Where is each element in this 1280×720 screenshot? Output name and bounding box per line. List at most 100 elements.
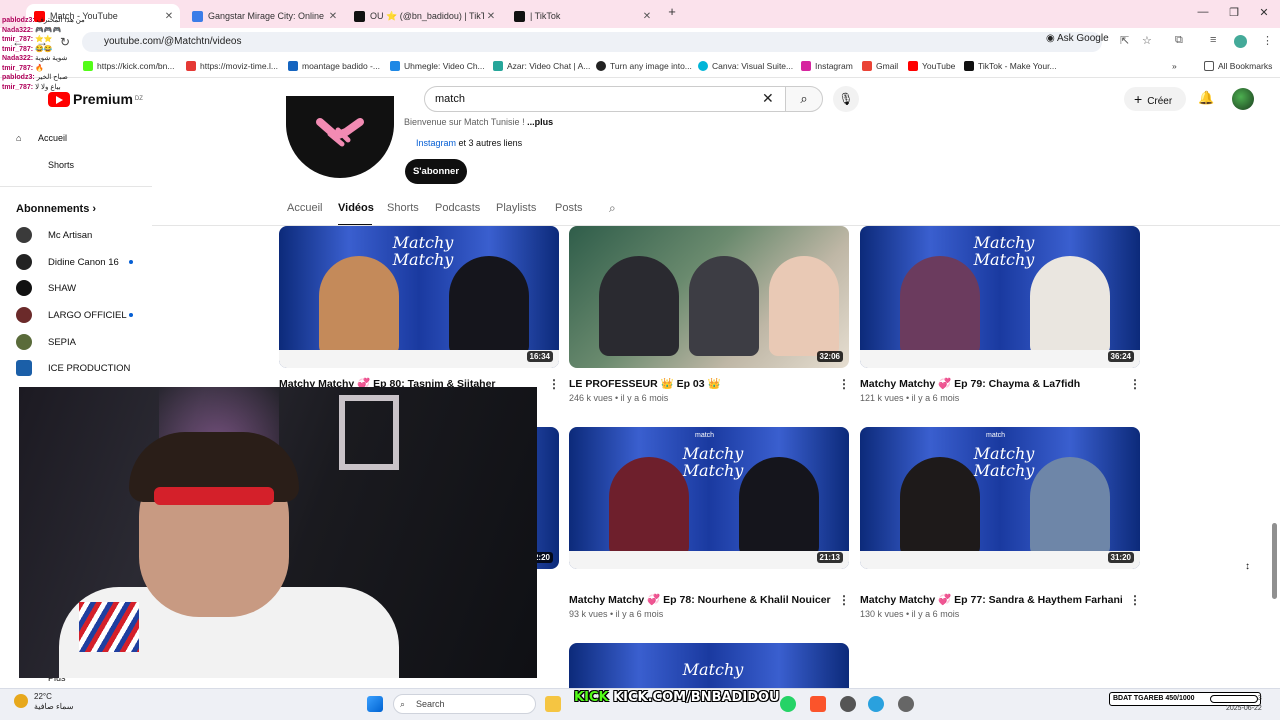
channel-description[interactable]: Bienvenue sur Match Tunisie ! ...plus: [404, 117, 553, 127]
sidebar-subscription[interactable]: LARGO OFFICIEL: [16, 307, 133, 323]
video-thumbnail[interactable]: Matchy: [569, 643, 849, 688]
video-menu-icon[interactable]: ⋮: [838, 377, 850, 391]
settings-gear-icon[interactable]: [840, 696, 856, 712]
instagram-link[interactable]: Instagram: [416, 138, 456, 148]
whatsapp-icon[interactable]: [780, 696, 796, 712]
bookmark-star-icon[interactable]: ☆: [1142, 34, 1152, 47]
bookmark-item[interactable]: Canva: Visual Suite...: [698, 61, 793, 71]
youtube-premium-logo[interactable]: Premium DZ: [48, 91, 143, 107]
brave-icon[interactable]: [810, 696, 826, 712]
channel-avatar-logo[interactable]: [286, 96, 394, 178]
cast-icon[interactable]: ⇱: [1120, 34, 1129, 47]
bookmark-item[interactable]: YouTube: [908, 61, 955, 71]
bookmark-item[interactable]: Azar: Video Chat | A...: [493, 61, 590, 71]
account-avatar[interactable]: [1232, 88, 1254, 110]
bookmark-item[interactable]: TikTok - Make Your...: [964, 61, 1057, 71]
subscribe-button[interactable]: S'abonner: [405, 159, 467, 184]
bookmark-label: Gmail: [876, 61, 899, 71]
docs-icon: [288, 61, 298, 71]
clear-search-icon[interactable]: ✕: [762, 90, 774, 107]
video-thumbnail[interactable]: 32:06: [569, 226, 849, 368]
bookmark-item[interactable]: https://moviz-time.l...: [186, 61, 278, 71]
tab-posts[interactable]: Posts: [555, 202, 583, 214]
tab-gangstar[interactable]: Gangstar Mirage City: Online A ✕: [184, 4, 344, 28]
tab-shorts[interactable]: Shorts: [387, 202, 419, 214]
bookmark-item[interactable]: moantage badido -...: [288, 61, 380, 71]
clock-date: 2025-06-22: [1226, 705, 1262, 712]
taskbar-search[interactable]: ⌕ Search: [393, 694, 536, 714]
bookmark-item[interactable]: Turn any image into...: [596, 61, 692, 71]
video-menu-icon[interactable]: ⋮: [838, 593, 850, 607]
video-title[interactable]: LE PROFESSEUR 👑 Ep 03 👑: [569, 377, 831, 390]
close-tab-icon[interactable]: ✕: [640, 11, 654, 22]
ask-google-button[interactable]: ◉ Ask Google: [1046, 33, 1109, 44]
tab-videos[interactable]: Vidéos: [338, 202, 374, 214]
desk: [569, 551, 849, 569]
sidebar-item-shorts[interactable]: Shorts: [48, 160, 74, 170]
windows-start-icon[interactable]: [367, 696, 383, 712]
more-links[interactable]: et 3 autres liens: [459, 138, 523, 148]
sidebar-subscription[interactable]: Didine Canon 16: [16, 254, 133, 270]
expand-arrows-icon[interactable]: ↕: [1245, 561, 1250, 572]
obs-icon[interactable]: [898, 696, 914, 712]
chat-text: 🔥: [35, 64, 44, 72]
sidebar-subscription[interactable]: SHAW: [16, 280, 76, 296]
new-tab-button[interactable]: +: [662, 4, 682, 19]
close-tab-icon[interactable]: ✕: [326, 11, 340, 22]
video-thumbnail[interactable]: Matchy Matchy 36:24: [860, 226, 1140, 368]
menu-kebab-icon[interactable]: ⋮: [1262, 34, 1273, 47]
bookmark-item[interactable]: Instagram: [801, 61, 853, 71]
sidebar-item-home[interactable]: ⌂ Accueil: [16, 133, 67, 143]
bookmark-label: Azar: Video Chat | A...: [507, 61, 591, 71]
subscriptions-header[interactable]: Abonnements ›: [16, 203, 96, 215]
video-thumbnail[interactable]: match Matchy Matchy 31:20: [860, 427, 1140, 569]
tab-home[interactable]: Accueil: [287, 202, 322, 214]
search-input[interactable]: match: [424, 86, 786, 112]
video-menu-icon[interactable]: ⋮: [1129, 377, 1141, 391]
bookmark-item[interactable]: Uhmegle: Video Ch...: [390, 61, 485, 71]
video-menu-icon[interactable]: ⋮: [548, 377, 560, 391]
tab-playlists[interactable]: Playlists: [496, 202, 536, 214]
bookmark-item[interactable]: Gmail: [862, 61, 898, 71]
system-clock[interactable]: 3 2025-06-22: [1226, 694, 1262, 714]
profile-icon[interactable]: [1234, 35, 1247, 48]
chat-user: pablodz3:: [2, 17, 35, 24]
all-bookmarks-button[interactable]: All Bookmarks: [1204, 61, 1272, 71]
sidebar-subscription[interactable]: ICE PRODUCTION: [16, 360, 130, 376]
channel-search-icon[interactable]: ⌕: [609, 201, 616, 216]
chat-user: pablodz3:: [2, 74, 35, 81]
tab-tiktok-1[interactable]: OU ⭐ (@bn_badidou) | TikTok ✕: [346, 4, 502, 28]
close-tab-icon[interactable]: ✕: [162, 11, 176, 22]
url-field[interactable]: youtube.com/@Matchtn/videos: [82, 32, 1102, 52]
thumbnail-title: Matchy Matchy: [973, 233, 1035, 269]
video-title[interactable]: Matchy Matchy 💞 Ep 77: Sandra & Haythem …: [860, 593, 1122, 606]
close-tab-icon[interactable]: ✕: [484, 11, 498, 22]
video-title[interactable]: Matchy Matchy 💞 Ep 78: Nourhene & Khalil…: [569, 593, 831, 606]
close-window-button[interactable]: ✕: [1254, 6, 1274, 19]
bookmarks-bar: https://kick.com/bn... https://moviz-tim…: [0, 56, 1280, 78]
minimize-button[interactable]: —: [1193, 6, 1213, 18]
search-button[interactable]: ⌕: [785, 86, 823, 112]
tab-podcasts[interactable]: Podcasts: [435, 202, 480, 214]
video-thumbnail[interactable]: Matchy Matchy 16:34: [279, 226, 559, 368]
notifications-bell-icon[interactable]: 🔔: [1198, 90, 1214, 106]
channel-links[interactable]: Instagram et 3 autres liens: [416, 138, 522, 148]
extensions-icon[interactable]: ⧉: [1175, 34, 1183, 47]
create-button[interactable]: + Créer: [1124, 87, 1186, 111]
scrollbar-thumb[interactable]: [1272, 523, 1277, 599]
video-thumbnail[interactable]: match Matchy Matchy 21:13: [569, 427, 849, 569]
weather-widget[interactable]: 22°C سماء صافية: [14, 692, 74, 712]
description-more[interactable]: ...plus: [527, 117, 553, 127]
video-menu-icon[interactable]: ⋮: [1129, 593, 1141, 607]
voice-search-button[interactable]: 🎙: [833, 86, 859, 112]
chat-text: شوية شوية: [35, 55, 68, 62]
maximize-button[interactable]: ❐: [1224, 6, 1244, 19]
sidebar-subscription[interactable]: SEPIA: [16, 334, 76, 350]
file-explorer-icon[interactable]: [545, 696, 561, 712]
tab-tiktok-2[interactable]: | TikTok ✕: [506, 4, 658, 28]
sidebar-subscription[interactable]: Mc Artisan: [16, 227, 92, 243]
telegram-icon[interactable]: [868, 696, 884, 712]
video-title[interactable]: Matchy Matchy 💞 Ep 79: Chayma & La7fidh: [860, 377, 1122, 390]
bookmarks-overflow-icon[interactable]: »: [1172, 61, 1177, 71]
reading-list-icon[interactable]: ≡: [1210, 34, 1216, 46]
